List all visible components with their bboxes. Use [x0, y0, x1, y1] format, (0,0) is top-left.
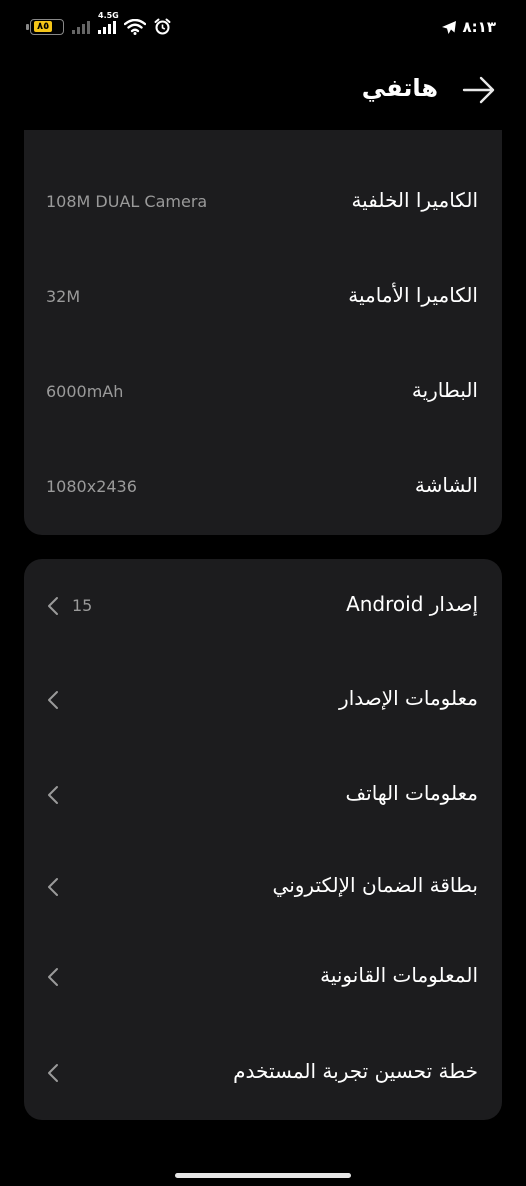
- menu-card: إصدار Android 15 معلومات الإصدار معلومات…: [24, 559, 502, 1120]
- spec-label: البطارية: [411, 378, 478, 402]
- status-right-group: ٨:١٣: [441, 18, 496, 36]
- chevron-left-icon: [48, 968, 58, 986]
- network-type: 4.5G: [98, 10, 119, 20]
- menu-item-phone-info[interactable]: معلومات الهاتف: [24, 775, 502, 815]
- menu-item-legal-info[interactable]: المعلومات القانونية: [24, 957, 502, 997]
- battery-icon: ٨٥: [26, 18, 64, 35]
- page-title: هاتفي: [361, 74, 438, 102]
- wifi-icon: [124, 18, 146, 35]
- clock: ٨:١٣: [462, 18, 496, 36]
- spec-label: الكاميرا الأمامية: [348, 283, 478, 307]
- menu-label: معلومات الهاتف: [345, 781, 478, 805]
- battery-level: ٨٥: [34, 21, 53, 32]
- status-left-group: ٨٥ 4.5G: [26, 11, 171, 35]
- chevron-left-icon: [48, 691, 58, 709]
- menu-label: إصدار Android: [346, 592, 478, 616]
- menu-label: خطة تحسين تجربة المستخدم: [233, 1059, 478, 1083]
- menu-item-version-info[interactable]: معلومات الإصدار: [24, 680, 502, 720]
- spec-label: الكاميرا الخلفية: [351, 188, 478, 212]
- chevron-left-icon: [48, 597, 58, 615]
- chevron-left-icon: [48, 1064, 58, 1082]
- alarm-icon: [154, 18, 171, 35]
- spec-value: 1080x2436: [46, 477, 137, 496]
- arrow-right-icon[interactable]: [462, 76, 496, 104]
- menu-item-warranty-card[interactable]: بطاقة الضمان الإلكتروني: [24, 867, 502, 907]
- spec-row-front-camera: الكاميرا الأمامية 32M: [24, 277, 502, 317]
- menu-item-android-version[interactable]: إصدار Android 15: [24, 586, 502, 626]
- spec-value: 108M DUAL Camera: [46, 192, 208, 211]
- signal-strong-icon: [98, 20, 116, 34]
- status-bar: ٨٥ 4.5G ٨:١٣: [0, 0, 526, 56]
- menu-item-user-experience[interactable]: خطة تحسين تجربة المستخدم: [24, 1053, 502, 1093]
- spec-row-display: الشاشة 1080x2436: [24, 467, 502, 507]
- signal-weak-icon: [72, 20, 90, 34]
- android-version-value: 15: [72, 596, 93, 615]
- spec-value: 6000mAh: [46, 382, 124, 401]
- specs-card: الكاميرا الخلفية 108M DUAL Camera الكامي…: [24, 130, 502, 535]
- chevron-left-icon: [48, 786, 58, 804]
- home-indicator[interactable]: [175, 1173, 351, 1178]
- header: هاتفي: [0, 70, 526, 110]
- signal-strong-group: 4.5G: [98, 11, 119, 34]
- menu-label: بطاقة الضمان الإلكتروني: [272, 873, 478, 897]
- menu-label: معلومات الإصدار: [339, 686, 478, 710]
- spec-row-battery: البطارية 6000mAh: [24, 372, 502, 412]
- spec-value: 32M: [46, 287, 81, 306]
- spec-row-rear-camera: الكاميرا الخلفية 108M DUAL Camera: [24, 182, 502, 222]
- menu-label: المعلومات القانونية: [320, 963, 478, 987]
- spec-label: الشاشة: [414, 473, 478, 497]
- chevron-left-icon: [48, 878, 58, 896]
- telegram-icon: [441, 20, 456, 34]
